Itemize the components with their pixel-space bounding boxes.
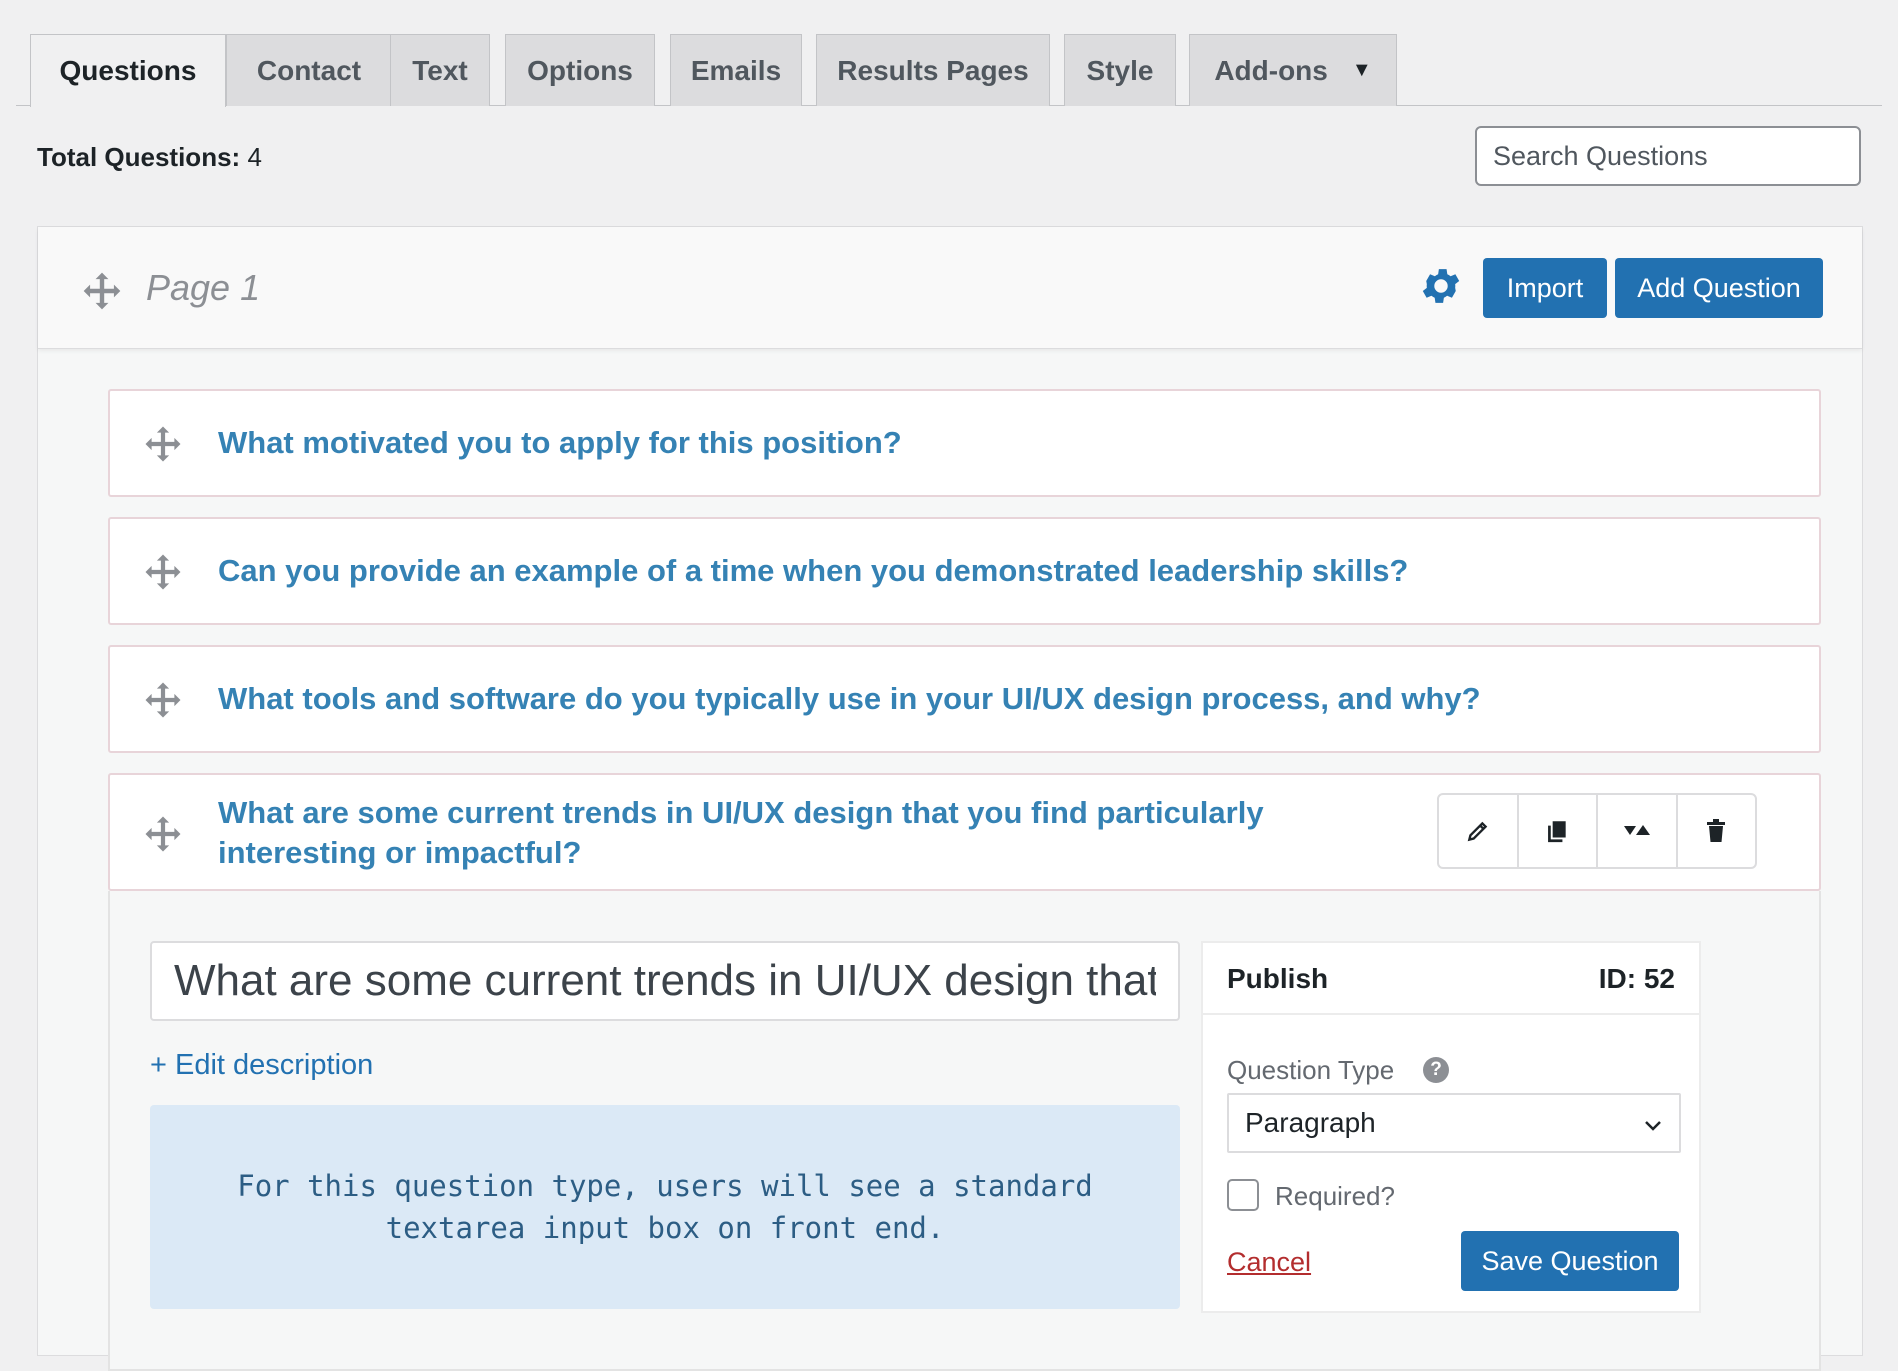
question-item-active[interactable]: What are some current trends in UI/UX de… (108, 773, 1821, 891)
import-button[interactable]: Import (1483, 258, 1607, 318)
duplicate-icon (1548, 821, 1566, 843)
publish-header: Publish ID: 52 (1203, 943, 1699, 1015)
question-type-select[interactable]: Paragraph (1227, 1093, 1681, 1153)
delete-question-button[interactable] (1678, 795, 1756, 867)
total-questions: Total Questions: 4 (37, 142, 262, 173)
question-title[interactable]: What motivated you to apply for this pos… (218, 423, 902, 463)
question-id: ID: 52 (1598, 963, 1675, 994)
tab-add-ons[interactable]: Add-ons ▼ (1189, 34, 1397, 106)
move-question-button[interactable] (1598, 795, 1678, 867)
question-item[interactable]: What tools and software do you typically… (108, 645, 1821, 753)
tab-options[interactable]: Options (505, 34, 655, 106)
publish-box: Publish ID: 52 Question Type ? Paragraph… (1201, 941, 1701, 1313)
drag-move-icon[interactable] (142, 813, 184, 855)
add-question-button[interactable]: Add Question (1615, 258, 1823, 318)
edit-description-link[interactable]: + Edit description (150, 1049, 373, 1082)
tab-questions[interactable]: Questions (30, 34, 226, 107)
question-title[interactable]: Can you provide an example of a time whe… (218, 551, 1408, 591)
tab-label: Text (412, 54, 468, 86)
tab-text[interactable]: Text (390, 34, 490, 106)
question-editor: + Edit description For this question typ… (108, 891, 1821, 1371)
question-type-label: Question Type (1227, 1055, 1395, 1085)
question-title-input[interactable] (150, 941, 1180, 1021)
gear-icon[interactable] (1418, 263, 1464, 309)
page-header: Page 1 Import Add Question (38, 227, 1862, 349)
page-panel: Page 1 Import Add Question What motivate… (37, 226, 1863, 1371)
move-up-down-icon (1623, 825, 1650, 835)
total-questions-label: Total Questions: (37, 142, 241, 172)
trash-icon (1707, 819, 1726, 842)
required-checkbox[interactable] (1227, 1179, 1259, 1211)
tab-label: Add-ons (1214, 54, 1328, 86)
question-actions (1437, 793, 1757, 869)
drag-move-icon[interactable] (142, 551, 184, 593)
tab-style[interactable]: Style (1064, 34, 1176, 106)
drag-move-icon[interactable] (142, 423, 184, 465)
chevron-down-icon (1645, 1121, 1661, 1131)
question-title[interactable]: What are some current trends in UI/UX de… (218, 793, 1428, 873)
edit-question-button[interactable] (1439, 795, 1519, 867)
question-type-info: For this question type, users will see a… (150, 1105, 1180, 1309)
help-icon[interactable]: ? (1423, 1057, 1449, 1083)
pencil-icon (1467, 821, 1488, 842)
drag-move-icon[interactable] (142, 679, 184, 721)
tab-emails[interactable]: Emails (670, 34, 802, 106)
cancel-link[interactable]: Cancel (1227, 1247, 1311, 1278)
tab-label: Contact (256, 54, 362, 86)
tab-contact[interactable]: Contact (226, 34, 392, 106)
tab-label: Options (527, 54, 633, 86)
drag-move-icon[interactable] (80, 269, 124, 313)
page-title: Page 1 (146, 267, 261, 308)
tab-label: Emails (690, 54, 782, 86)
duplicate-question-button[interactable] (1519, 795, 1598, 867)
caret-down-icon: ▼ (1351, 59, 1372, 81)
question-type-value: Paragraph (1245, 1107, 1376, 1138)
total-questions-value: 4 (247, 142, 262, 172)
tab-label: Results Pages (837, 54, 1029, 86)
search-questions-input[interactable] (1475, 126, 1861, 186)
tab-label: Questions (59, 55, 197, 86)
publish-title: Publish (1227, 963, 1329, 994)
tab-bar: Questions Contact Text Options Emails Re… (16, 0, 1882, 107)
question-item[interactable]: What motivated you to apply for this pos… (108, 389, 1821, 497)
question-item[interactable]: Can you provide an example of a time whe… (108, 517, 1821, 625)
save-question-button[interactable]: Save Question (1461, 1231, 1679, 1291)
tab-label: Style (1086, 54, 1154, 86)
tab-results-pages[interactable]: Results Pages (816, 34, 1050, 106)
question-title[interactable]: What tools and software do you typically… (218, 679, 1481, 719)
required-label: Required? (1275, 1181, 1395, 1211)
